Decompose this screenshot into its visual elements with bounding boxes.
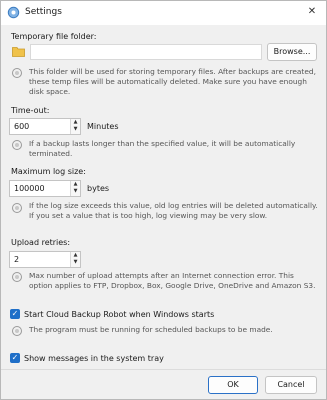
temp-folder-label: Temporary file folder:: [11, 32, 97, 41]
log-size-value: 100000: [14, 184, 45, 193]
spin-up-icon[interactable]: ▲: [71, 181, 80, 188]
spin-down-icon[interactable]: ▼: [71, 188, 80, 195]
temp-folder-description: This folder will be used for storing tem…: [29, 67, 316, 96]
upload-retries-stepper[interactable]: ▲ ▼: [70, 252, 80, 267]
window-title: Settings: [25, 7, 62, 17]
title-bar: Settings ✕: [1, 1, 326, 25]
settings-dialog: Settings ✕ Temporary file folder: Browse…: [0, 0, 327, 400]
spin-up-icon[interactable]: ▲: [71, 252, 80, 259]
browse-button[interactable]: Browse...: [267, 43, 317, 61]
spin-down-icon[interactable]: ▼: [71, 126, 80, 133]
spin-down-icon[interactable]: ▼: [71, 259, 80, 266]
timeout-unit: Minutes: [87, 122, 119, 131]
timeout-stepper[interactable]: ▲ ▼: [70, 119, 80, 134]
startup-checkbox-label[interactable]: Start Cloud Backup Robot when Windows st…: [24, 310, 214, 319]
gear-icon: [7, 6, 20, 19]
upload-retries-label: Upload retries:: [11, 238, 71, 247]
settings-content: Temporary file folder: Browse... This fo…: [1, 25, 326, 369]
timeout-spinbox[interactable]: 600 ▲ ▼: [9, 118, 81, 135]
spin-up-icon[interactable]: ▲: [71, 119, 80, 126]
folder-icon: [12, 47, 25, 57]
upload-retries-description: Max number of upload attempts after an I…: [29, 271, 316, 290]
log-size-label: Maximum log size:: [11, 167, 86, 176]
timeout-label: Time-out:: [11, 106, 50, 115]
info-icon: [12, 203, 22, 213]
close-icon: ✕: [307, 6, 317, 17]
close-button[interactable]: ✕: [304, 4, 320, 20]
ok-button[interactable]: OK: [208, 376, 258, 394]
cancel-button[interactable]: Cancel: [265, 376, 317, 394]
timeout-description: If a backup lasts longer than the specif…: [29, 139, 296, 158]
info-icon: [12, 272, 22, 282]
temp-folder-path-input[interactable]: [30, 44, 262, 60]
timeout-value: 600: [14, 122, 30, 131]
tray-checkbox-label[interactable]: Show messages in the system tray: [24, 354, 164, 363]
info-icon: [12, 68, 22, 78]
upload-retries-spinbox[interactable]: 2 ▲ ▼: [9, 251, 81, 268]
upload-retries-value: 2: [14, 255, 20, 264]
startup-description: The program must be running for schedule…: [29, 325, 273, 334]
log-size-spinbox[interactable]: 100000 ▲ ▼: [9, 180, 81, 197]
info-icon: [12, 140, 22, 150]
log-size-unit: bytes: [87, 184, 110, 193]
dialog-footer: OK Cancel: [1, 369, 326, 399]
tray-checkbox[interactable]: ✓: [10, 353, 20, 363]
startup-checkbox[interactable]: ✓: [10, 309, 20, 319]
log-size-description: If the log size exceeds this value, old …: [29, 201, 318, 220]
info-icon: [12, 326, 22, 336]
log-size-stepper[interactable]: ▲ ▼: [70, 181, 80, 196]
